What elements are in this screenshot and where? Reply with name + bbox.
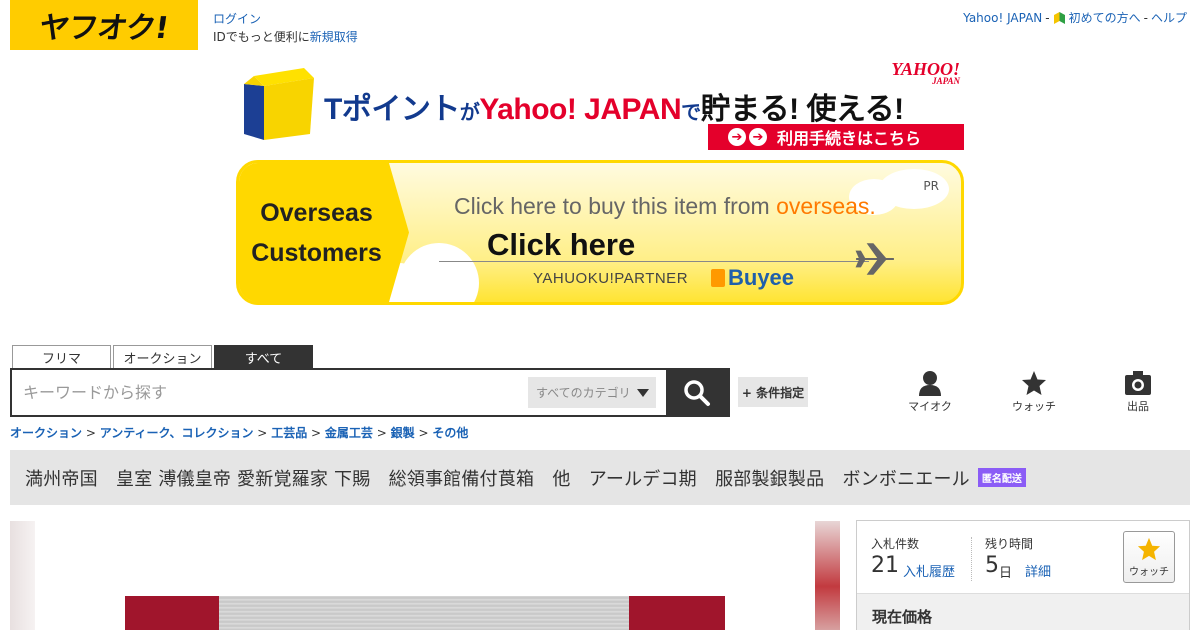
my-auction-button[interactable]: マイオク — [900, 370, 960, 414]
beginner-leaf-icon — [1053, 12, 1065, 24]
tpoint-banner[interactable]: TポイントがYahoo! JAPANで貯まる! 使える! YAHOO! JAPAN… — [244, 60, 966, 152]
item-title: 満州帝国 皇室 溥儀皇帝 愛新覚羅家 下賜 総領事館備付莨箱 他 アールデコ期 … — [25, 468, 970, 490]
logo-text: ヤフオク! — [37, 11, 171, 46]
arrow-icons: ➔ ➔ — [728, 128, 767, 146]
bids-count: 21 — [871, 553, 899, 578]
buyee-bag-icon — [711, 269, 725, 287]
main-item-image[interactable] — [125, 596, 725, 630]
prev-image-strip[interactable] — [10, 521, 35, 630]
tab-all[interactable]: すべて — [214, 345, 313, 368]
overseas-highlight: overseas. — [776, 193, 876, 219]
divider — [971, 537, 972, 581]
category-select-value: すべてのカテゴリ — [536, 386, 631, 400]
current-price-row: 現在価格 — [857, 593, 1189, 630]
search-icon — [684, 379, 710, 406]
separator: - — [1045, 11, 1050, 25]
tab-auction[interactable]: オークション — [113, 345, 212, 368]
yahoo-japan-logo: YAHOO! JAPAN — [891, 59, 960, 86]
help-link[interactable]: ヘルプ — [1151, 10, 1187, 26]
next-image-strip[interactable] — [815, 521, 840, 630]
sell-button[interactable]: 出品 — [1108, 370, 1168, 414]
camera-icon — [1125, 371, 1151, 395]
tpoint-t-text: Tポイント — [324, 93, 460, 126]
signup-link[interactable]: 新規取得 — [310, 30, 358, 44]
login-area: ログイン IDでもっと便利に新規取得 — [213, 10, 358, 46]
tpoint-cta-label: 利用手続きはこちら — [777, 129, 922, 148]
my-auction-label: マイオク — [908, 400, 952, 413]
tpoint-cube-icon — [244, 68, 314, 140]
yahuoku-logo[interactable]: ヤフオク! — [10, 0, 198, 50]
breadcrumb-item[interactable]: アンティーク、コレクション — [100, 426, 254, 440]
watch-label: ウォッチ — [1129, 566, 1169, 578]
id-prompt-text: IDでもっと便利に — [213, 30, 310, 44]
breadcrumb-item[interactable]: 工芸品 — [271, 426, 307, 440]
time-left-label: 残り時間 — [985, 537, 1034, 551]
bids-label: 入札件数 — [871, 537, 920, 551]
watch-nav-button[interactable]: ウォッチ — [1004, 370, 1064, 414]
separator: - — [1143, 11, 1148, 25]
tpoint-ga: が — [459, 102, 480, 124]
flight-line — [439, 261, 869, 262]
overseas-top-text: Click here to buy this item from oversea… — [454, 193, 876, 219]
watch-nav-label: ウォッチ — [1012, 400, 1056, 413]
breadcrumb-item[interactable]: その他 — [432, 426, 468, 440]
anonymous-shipping-badge: 匿名配送 — [977, 468, 1026, 487]
tpoint-headline: TポイントがYahoo! JAPANで貯まる! 使える! — [324, 84, 904, 128]
search-box: すべてのカテゴリ — [10, 368, 730, 417]
overseas-customers-label: Overseas Customers — [251, 199, 382, 267]
bid-info-panel: 入札件数 21 入札履歴 残り時間 5 日 詳細 ウォッチ 現在価格 — [856, 520, 1190, 630]
star-icon — [1137, 537, 1161, 560]
search-tabs: フリマ オークション すべて — [12, 345, 313, 368]
login-link[interactable]: ログイン — [213, 12, 261, 26]
overseas-banner[interactable]: Overseas Customers Click here to buy thi… — [236, 160, 964, 305]
bid-history-link[interactable]: 入札履歴 — [903, 561, 955, 580]
silver-box-image — [219, 596, 629, 630]
tpoint-yahoo-japan: Yahoo! JAPAN — [479, 93, 682, 126]
time-detail-link[interactable]: 詳細 — [1025, 561, 1051, 580]
person-icon — [919, 371, 941, 396]
time-left-value: 5 — [985, 553, 999, 578]
time-unit: 日 — [999, 566, 1013, 581]
search-input[interactable] — [12, 370, 528, 415]
breadcrumb-item[interactable]: オークション — [10, 426, 82, 440]
tpoint-tamaru: 貯まる! 使える! — [700, 93, 904, 126]
condition-button[interactable]: + 条件指定 — [738, 377, 808, 407]
tab-furima[interactable]: フリマ — [12, 345, 111, 368]
item-title-bar: 満州帝国 皇室 溥儀皇帝 愛新覚羅家 下賜 総領事館備付莨箱 他 アールデコ期 … — [10, 450, 1190, 505]
buyee-logo: Buyee — [711, 265, 794, 291]
category-select[interactable]: すべてのカテゴリ — [528, 377, 656, 408]
top-links: Yahoo! JAPAN - 初めての方へ - ヘルプ — [963, 10, 1187, 26]
click-here-label: Click here — [487, 227, 636, 262]
breadcrumb-item[interactable]: 銀製 — [391, 426, 415, 440]
tpoint-cta-button[interactable]: ➔ ➔ 利用手続きはこちら — [708, 124, 964, 150]
current-price-label: 現在価格 — [872, 608, 933, 626]
breadcrumb-item[interactable]: 金属工芸 — [325, 426, 373, 440]
breadcrumb: オークション > アンティーク、コレクション > 工芸品 > 金属工芸 > 銀製… — [10, 426, 469, 440]
star-icon — [1022, 371, 1046, 395]
partner-label: YAHUOKU!PARTNER — [533, 270, 689, 287]
first-time-link[interactable]: 初めての方へ — [1069, 10, 1141, 26]
yahoo-japan-link[interactable]: Yahoo! JAPAN — [963, 10, 1042, 26]
watch-button[interactable]: ウォッチ — [1123, 531, 1175, 583]
sell-label: 出品 — [1127, 400, 1149, 413]
pr-label: PR — [923, 179, 939, 193]
tpoint-de: で — [681, 102, 701, 124]
dropdown-triangle-icon — [636, 388, 649, 397]
airplane-icon — [855, 243, 894, 275]
search-button[interactable] — [666, 370, 728, 415]
